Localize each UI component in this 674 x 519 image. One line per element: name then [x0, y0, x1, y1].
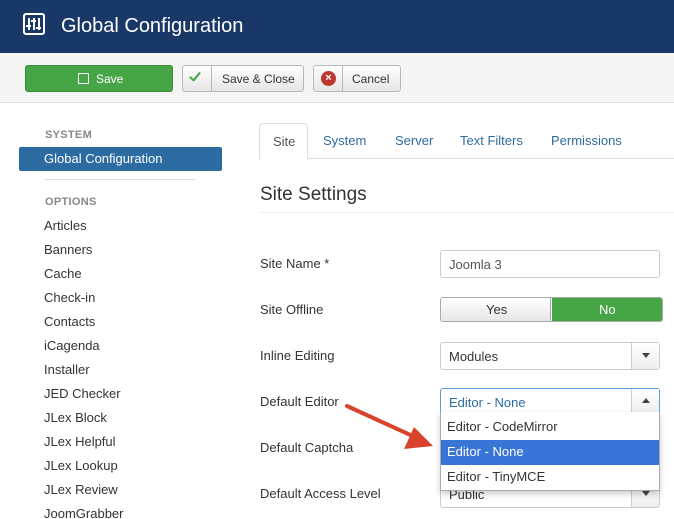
annotation-arrow-icon [345, 404, 433, 449]
